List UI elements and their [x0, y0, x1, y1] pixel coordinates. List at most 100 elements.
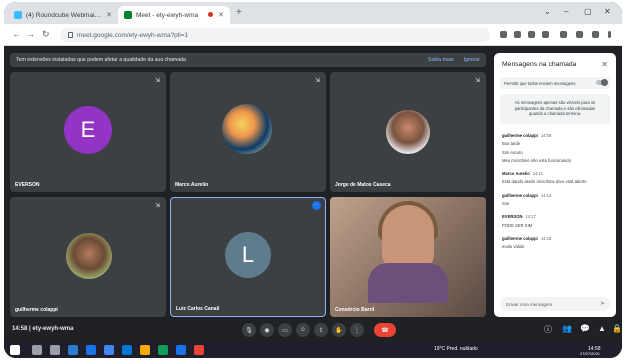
- avatar: L: [225, 232, 271, 278]
- app-icon[interactable]: [158, 345, 168, 355]
- pin-icon[interactable]: ⇲: [475, 77, 480, 84]
- participant-name: Jorge de Matos Caseca: [335, 182, 391, 188]
- edge-icon[interactable]: [122, 345, 132, 355]
- message-text: Sim escuto: [502, 149, 523, 155]
- chat-message-input[interactable]: Enviar uma mensagem ➤: [500, 297, 610, 311]
- pin-icon[interactable]: ⇲: [155, 202, 160, 209]
- message-sender: guilherme colappi: [502, 235, 538, 241]
- banner-text: Tem extensões instaladas que podem afeta…: [16, 57, 186, 63]
- start-icon[interactable]: [10, 345, 20, 355]
- chat-panel: Mensagens na chamada ✕ Permitir que todo…: [494, 53, 616, 317]
- tab-meet[interactable]: Meet - ety-ewyh-wma ✕: [118, 6, 230, 24]
- url-input[interactable]: meet.google.com/ety-ewyh-wma?pli=1: [60, 28, 490, 42]
- tab-search-icon[interactable]: ⌄: [544, 7, 551, 16]
- send-icon[interactable]: ➤: [600, 300, 605, 307]
- message-time: 14:13: [540, 192, 552, 198]
- composer-placeholder: Enviar uma mensagem: [506, 301, 553, 307]
- minimize-button[interactable]: –: [564, 7, 568, 16]
- present-button[interactable]: ⇪: [314, 323, 328, 337]
- allow-messages-toggle[interactable]: [596, 79, 608, 86]
- meet-favicon-icon: [124, 11, 132, 19]
- participant-tile[interactable]: E ⇲ EVERSON: [10, 72, 166, 192]
- sidebar-icon[interactable]: [592, 31, 599, 38]
- meeting-time: 14:58: [12, 326, 28, 332]
- message-text: Meu microfone não está funcionando: [502, 157, 571, 163]
- participant-tile[interactable]: ⇲ guilherme colappi: [10, 197, 166, 317]
- star-icon[interactable]: [542, 31, 549, 38]
- forward-arrow-icon[interactable]: →: [26, 29, 35, 39]
- message-text: Sim: [502, 201, 510, 207]
- meeting-code: ety-ewyh-wma: [32, 326, 74, 332]
- back-arrow-icon[interactable]: ←: [12, 29, 21, 39]
- close-tab-icon[interactable]: ✕: [218, 11, 224, 19]
- tab-roundcube[interactable]: (4) Roundcube Webmail :: Caixa ✕: [8, 6, 118, 24]
- browser-tab-strip: (4) Roundcube Webmail :: Caixa ✕ Meet - …: [4, 2, 622, 24]
- close-window-button[interactable]: ✕: [604, 7, 611, 16]
- roundcube-favicon-icon: [14, 11, 22, 19]
- message-text: Boa tarde: [502, 141, 521, 147]
- maximize-button[interactable]: ▢: [584, 7, 592, 16]
- participant-tile-active[interactable]: L ⋯ Luiz Carlos Canali: [170, 197, 326, 317]
- participant-tile[interactable]: ⇲ Jorge de Matos Caseca: [330, 72, 486, 192]
- captions-button[interactable]: ▭: [278, 323, 292, 337]
- search-icon[interactable]: [514, 31, 521, 38]
- more-options-icon[interactable]: ⋯: [312, 201, 321, 210]
- close-tab-icon[interactable]: ✕: [106, 11, 112, 19]
- url-text: meet.google.com/ety-ewyh-wma?pli=1: [77, 31, 189, 39]
- participant-name: Luiz Carlos Canali: [176, 306, 220, 312]
- reload-icon[interactable]: ↻: [42, 29, 50, 40]
- chat-icon[interactable]: 💬: [580, 324, 590, 333]
- word-icon[interactable]: [68, 345, 78, 355]
- pin-icon[interactable]: ⇲: [155, 77, 160, 84]
- camera-extension-icon[interactable]: [500, 31, 507, 38]
- camera-button[interactable]: ◉: [260, 323, 274, 337]
- clock-date[interactable]: 27/07/2021: [580, 351, 600, 356]
- chrome-icon[interactable]: [104, 345, 114, 355]
- app-icon[interactable]: [194, 345, 204, 355]
- info-icon[interactable]: ⓘ: [544, 324, 552, 335]
- extensions-banner: Tem extensões instaladas que podem afeta…: [10, 53, 486, 67]
- lock-icon[interactable]: 🔒: [612, 324, 622, 333]
- message-text: Está dando assim microfone da-e está abe…: [502, 179, 587, 185]
- emoji-button[interactable]: ☺: [296, 323, 310, 337]
- message-sender: EVERSON: [502, 214, 523, 220]
- raise-hand-button[interactable]: ✋: [332, 323, 346, 337]
- message-sender: guilherme colappi: [502, 192, 538, 198]
- edge-icon[interactable]: [176, 345, 186, 355]
- puzzle-icon[interactable]: [576, 31, 583, 38]
- menu-icon[interactable]: [608, 31, 611, 38]
- participant-tile[interactable]: ⇲ Marco Aurelio: [170, 72, 326, 192]
- search-icon[interactable]: [32, 345, 42, 355]
- allow-messages-setting: Permitir que todos enviem mensagens: [500, 77, 610, 89]
- separator: |: [29, 326, 31, 332]
- participant-video-tile[interactable]: Consórcio Barril: [330, 197, 486, 317]
- weather-text[interactable]: 19°C Pred. nublado: [434, 346, 478, 352]
- close-icon[interactable]: ✕: [601, 60, 608, 69]
- files-icon[interactable]: [140, 345, 150, 355]
- avatar: E: [64, 106, 112, 154]
- meet-area: Tem extensões instaladas que podem afeta…: [4, 47, 622, 342]
- share-icon[interactable]: [528, 31, 535, 38]
- avatar: [222, 104, 272, 154]
- toggle-label: Permitir que todos enviem mensagens: [504, 80, 576, 86]
- task-view-icon[interactable]: [50, 345, 60, 355]
- meeting-info: 14:58 | ety-ewyh-wma: [12, 326, 73, 332]
- pin-icon[interactable]: ⇲: [315, 77, 320, 84]
- more-options-button[interactable]: ⋮: [350, 323, 364, 337]
- new-tab-button[interactable]: +: [236, 7, 242, 18]
- call-controls-bar: 14:58 | ety-ewyh-wma 🎙 ◉ ▭ ☺ ⇪ ✋ ⋮ ☎ ⓘ 👥…: [4, 319, 622, 341]
- microphone-button[interactable]: 🎙: [242, 323, 256, 337]
- chat-message: guilherme colappi 14:09 Boa tarde Sim esc…: [502, 133, 610, 164]
- app-icon[interactable]: [86, 345, 96, 355]
- end-call-button[interactable]: ☎: [374, 323, 396, 337]
- message-list: guilherme colappi 14:09 Boa tarde Sim esc…: [502, 133, 610, 258]
- extension-icon[interactable]: [560, 31, 567, 38]
- ignore-link[interactable]: Ignorar: [464, 57, 480, 63]
- chat-title: Mensagens na chamada: [502, 61, 577, 68]
- chat-message: guilherme colappi 14:18 muito válido: [502, 236, 610, 251]
- people-icon[interactable]: 👥: [562, 324, 572, 333]
- activities-icon[interactable]: ▲: [598, 324, 606, 333]
- learn-more-link[interactable]: Saiba mais: [428, 57, 454, 63]
- screenshot-frame: (4) Roundcube Webmail :: Caixa ✕ Meet - …: [4, 2, 622, 358]
- recording-indicator-icon: [208, 12, 213, 17]
